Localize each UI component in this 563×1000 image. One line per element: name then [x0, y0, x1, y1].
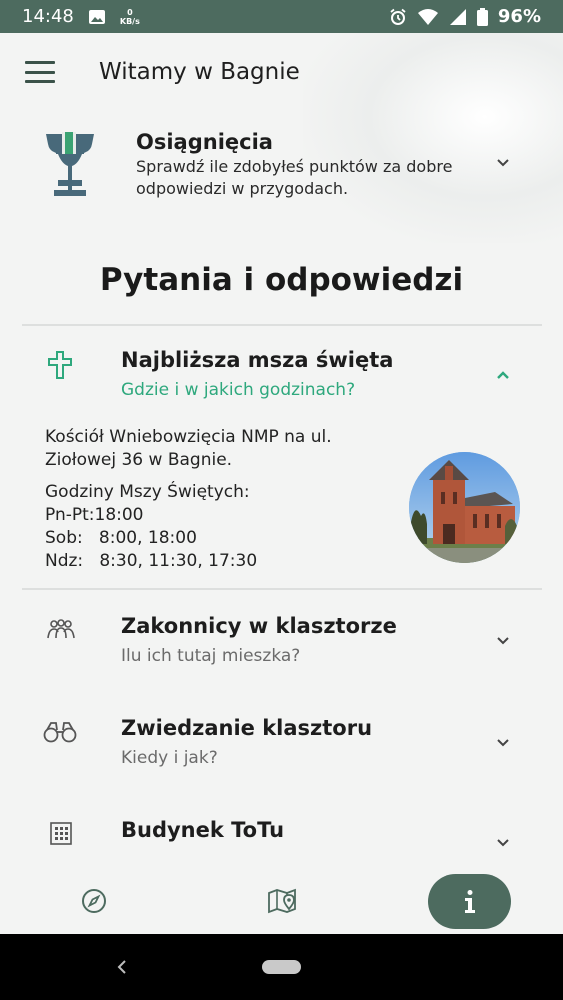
- faq-subtitle: Gdzie i w jakich godzinach?: [121, 380, 356, 400]
- chevron-down-icon[interactable]: [496, 736, 510, 750]
- faq-item-mass[interactable]: Najbliższa msza święta Gdzie i w jakich …: [0, 340, 563, 410]
- chevron-down-icon[interactable]: [496, 836, 510, 850]
- faq-item-visiting[interactable]: Zwiedzanie klasztoru Kiedy i jak?: [0, 706, 563, 786]
- wifi-icon: [417, 8, 438, 25]
- nav-map[interactable]: [252, 873, 312, 929]
- mass-address-text: Kościół Wniebowzięcia NMP na ul. Ziołowe…: [45, 427, 332, 470]
- nav-explore[interactable]: [64, 873, 124, 929]
- faq-item-monks[interactable]: Zakonnicy w klasztorze Ilu ich tutaj mie…: [0, 606, 563, 686]
- chevron-down-icon[interactable]: [496, 156, 510, 170]
- church-photo: [409, 452, 520, 563]
- map-pin-icon: [268, 888, 296, 914]
- faq-subtitle: Kiedy i jak?: [121, 748, 218, 768]
- battery-level: 96%: [497, 6, 541, 27]
- faq-title: Zakonnicy w klasztorze: [121, 614, 397, 638]
- hamburger-menu-icon[interactable]: [25, 61, 55, 83]
- compass-icon: [82, 889, 106, 913]
- trophy-icon: [46, 132, 94, 196]
- cross-icon: [48, 351, 72, 379]
- faq-item-building[interactable]: Budynek ToTu: [0, 810, 563, 860]
- faq-title: Budynek ToTu: [121, 818, 285, 842]
- achievements-description: Sprawdź ile zdobyłeś punktów za dobre od…: [136, 157, 453, 198]
- info-icon: [464, 889, 475, 913]
- binoculars-icon: [43, 722, 77, 743]
- divider: [22, 324, 542, 326]
- people-group-icon: [47, 619, 75, 639]
- faq-title: Najbliższa msza święta: [121, 348, 394, 372]
- alarm-icon: [390, 8, 406, 25]
- mass-hours-text: Godziny Mszy Świętych: Pn-Pt:18:00 Sob: …: [45, 482, 258, 571]
- image-icon: [88, 9, 105, 24]
- back-icon[interactable]: [114, 958, 130, 976]
- app-header: Witamy w Bagnie: [0, 33, 563, 111]
- chevron-down-icon[interactable]: [496, 634, 510, 648]
- clock: 14:48: [22, 6, 74, 27]
- battery-icon: [476, 7, 488, 26]
- signal-icon: [449, 8, 466, 25]
- chevron-up-icon[interactable]: [496, 368, 510, 382]
- faq-subtitle: Ilu ich tutaj mieszka?: [121, 646, 301, 666]
- page-title: Witamy w Bagnie: [99, 59, 300, 85]
- building-icon: [50, 822, 72, 845]
- achievements-card[interactable]: Osiągnięcia Sprawdź ile zdobyłeś punktów…: [0, 120, 563, 210]
- section-heading: Pytania i odpowiedzi: [99, 262, 464, 298]
- status-bar: 14:48 0 KB/s 96%: [0, 0, 563, 33]
- network-speed: 0 KB/s: [119, 7, 140, 26]
- divider: [22, 588, 542, 590]
- system-navigation-bar: [0, 934, 563, 1000]
- bottom-navigation: [0, 873, 563, 933]
- faq-title: Zwiedzanie klasztoru: [121, 716, 373, 740]
- home-pill[interactable]: [262, 960, 301, 974]
- achievements-title: Osiągnięcia: [136, 130, 273, 154]
- nav-info[interactable]: [428, 874, 511, 929]
